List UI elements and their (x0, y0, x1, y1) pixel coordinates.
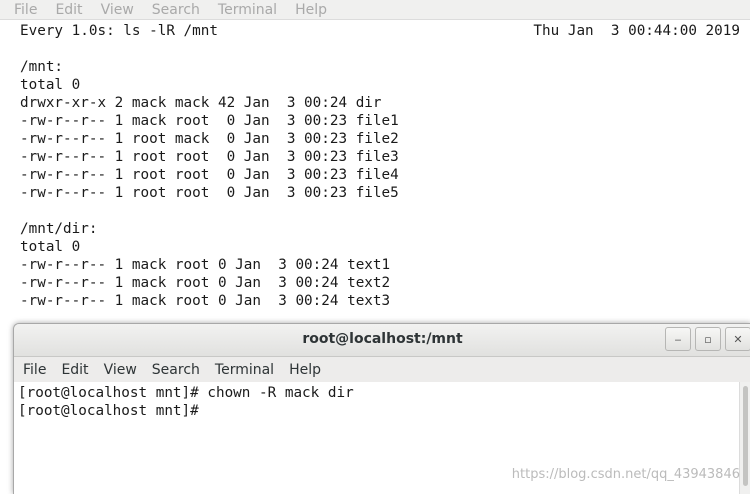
close-button[interactable]: ✕ (725, 327, 750, 351)
maximize-icon: ▫ (704, 332, 712, 346)
menu-help[interactable]: Help (289, 362, 321, 378)
watch-command: Every 1.0s: ls -lR /mnt (20, 23, 218, 39)
prompt-line: [root@localhost mnt]# (18, 402, 739, 420)
maximize-button[interactable]: ▫ (695, 327, 721, 351)
terminal-line: -rw-r--r-- 1 mack root 0 Jan 3 00:23 fil… (20, 113, 399, 129)
window-controls: ‒ ▫ ✕ (661, 327, 750, 351)
back-menu-view[interactable]: View (101, 2, 134, 18)
terminal-line: -rw-r--r-- 1 mack root 0 Jan 3 00:24 tex… (20, 293, 391, 309)
scrollbar-thumb[interactable] (743, 386, 748, 486)
back-menu-search[interactable]: Search (152, 2, 200, 18)
back-menu-help[interactable]: Help (295, 2, 327, 18)
terminal-line: -rw-r--r-- 1 root root 0 Jan 3 00:23 fil… (20, 167, 399, 183)
back-terminal-output[interactable]: Every 1.0s: ls -lR /mnt Thu Jan 3 00:44:… (0, 21, 750, 326)
minimize-icon: ‒ (674, 332, 682, 346)
terminal-line: -rw-r--r-- 1 root root 0 Jan 3 00:23 fil… (20, 149, 399, 165)
prompt-text: [root@localhost mnt]# (18, 403, 208, 419)
menu-edit[interactable]: Edit (61, 362, 88, 378)
close-icon: ✕ (733, 332, 743, 346)
watermark-text: https://blog.csdn.net/qq_43943846 (511, 467, 740, 482)
terminal-line: [root@localhost mnt]# chown -R mack dir (18, 385, 354, 401)
menu-file[interactable]: File (23, 362, 46, 378)
terminal-line: -rw-r--r-- 1 mack root 0 Jan 3 00:24 tex… (20, 275, 391, 291)
back-menu-file[interactable]: File (14, 2, 37, 18)
terminal-line: drwxr-xr-x 2 mack mack 42 Jan 3 00:24 di… (20, 95, 382, 111)
front-menubar: File Edit View Search Terminal Help (14, 357, 750, 382)
minimize-button[interactable]: ‒ (665, 327, 691, 351)
watch-time: Thu Jan 3 00:44:00 2019 (533, 23, 740, 39)
watch-header: Every 1.0s: ls -lR /mnt Thu Jan 3 00:44:… (20, 22, 740, 40)
terminal-line: /mnt: (20, 59, 64, 75)
terminal-line: -rw-r--r-- 1 mack root 0 Jan 3 00:24 tex… (20, 257, 391, 273)
terminal-cursor (207, 403, 216, 418)
menu-view[interactable]: View (104, 362, 137, 378)
terminal-line: -rw-r--r-- 1 root root 0 Jan 3 00:23 fil… (20, 185, 399, 201)
window-titlebar[interactable]: root@localhost:/mnt ‒ ▫ ✕ (14, 324, 750, 357)
vertical-scrollbar[interactable] (739, 382, 750, 494)
menu-search[interactable]: Search (152, 362, 200, 378)
terminal-line: total 0 (20, 77, 81, 93)
back-menu-edit[interactable]: Edit (55, 2, 82, 18)
back-menu-terminal[interactable]: Terminal (218, 2, 277, 18)
terminal-line: /mnt/dir: (20, 221, 98, 237)
terminal-line: -rw-r--r-- 1 root mack 0 Jan 3 00:23 fil… (20, 131, 399, 147)
window-title: root@localhost:/mnt (302, 331, 463, 347)
back-menubar: File Edit View Search Terminal Help (0, 0, 750, 20)
menu-terminal[interactable]: Terminal (215, 362, 274, 378)
terminal-line: total 0 (20, 239, 81, 255)
